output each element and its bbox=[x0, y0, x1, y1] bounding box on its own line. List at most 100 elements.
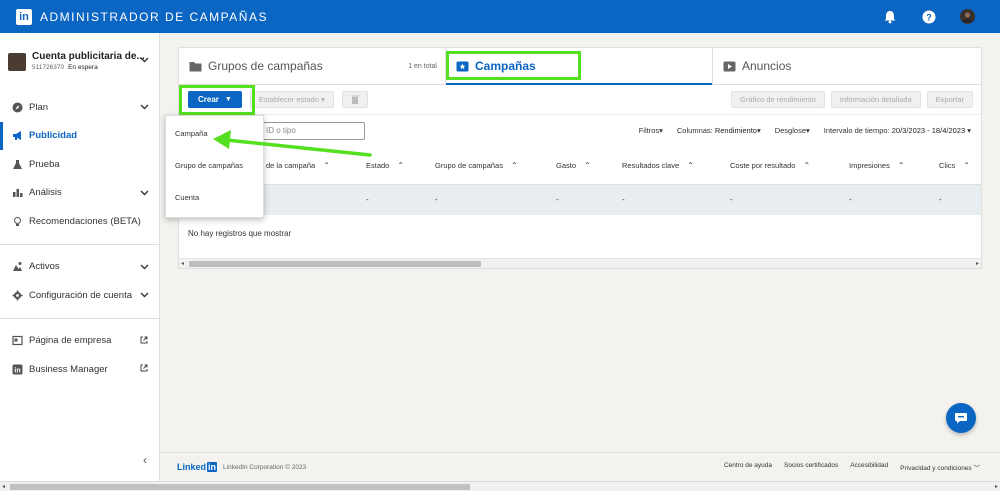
chevron-down-icon: ﹀ bbox=[973, 465, 981, 472]
caret-down-icon: ▾ bbox=[320, 95, 325, 104]
performance-chart-button[interactable]: Gráfico de rendimiento bbox=[731, 91, 825, 108]
table-cell: - bbox=[730, 195, 733, 204]
scrollbar-thumb[interactable] bbox=[10, 484, 470, 490]
campaigns-panel: Grupos de campañas 1 en total Campañas A… bbox=[178, 47, 982, 269]
sidebar-item-plan[interactable]: Plan bbox=[0, 93, 159, 122]
page-scrollbar[interactable]: ◂ ▸ bbox=[0, 481, 1000, 491]
sort-icon: ⌃ bbox=[963, 161, 970, 170]
column-header-campaign[interactable]: de la campaña ⌃ bbox=[266, 161, 330, 170]
set-status-label: Establecer estado bbox=[258, 95, 319, 104]
chat-icon bbox=[955, 413, 967, 424]
column-header-key-results[interactable]: Resultados clave ⌃ bbox=[622, 161, 694, 170]
linkedin-logo: in bbox=[16, 8, 32, 25]
sort-icon: ⌃ bbox=[510, 161, 518, 170]
sidebar-item-configuracion[interactable]: Configuración de cuenta bbox=[0, 281, 159, 310]
scroll-right-icon[interactable]: ▸ bbox=[995, 483, 998, 490]
ad-icon bbox=[723, 61, 736, 71]
menu-item-campaign[interactable]: Campaña bbox=[166, 118, 263, 148]
groups-count: 1 en total bbox=[408, 62, 437, 70]
sidebar: Cuenta publicitaria de... 511726370 En es… bbox=[0, 33, 160, 481]
set-status-button[interactable]: Establecer estado ▾ bbox=[249, 91, 334, 108]
footer-link-help[interactable]: Centro de ayuda bbox=[724, 462, 772, 472]
gear-icon bbox=[11, 289, 23, 301]
account-selector[interactable]: Cuenta publicitaria de... 511726370 En es… bbox=[0, 33, 159, 93]
column-header-label: Coste por resultado bbox=[730, 161, 796, 170]
sidebar-item-business-manager[interactable]: in Business Manager bbox=[0, 355, 159, 384]
sort-icon: ⌃ bbox=[323, 161, 330, 170]
tab-ads[interactable]: Anuncios bbox=[713, 48, 981, 84]
column-header-label: Gasto bbox=[556, 161, 577, 170]
time-range-label: Intervalo de tiempo: bbox=[823, 126, 890, 135]
column-header-clicks[interactable]: Clics ⌃ bbox=[939, 161, 970, 170]
table-cell: - bbox=[435, 195, 438, 204]
menu-item-campaign-group[interactable]: Grupo de campañas bbox=[166, 150, 263, 180]
column-header-cost-per-result[interactable]: Coste por resultado ⌃ bbox=[730, 161, 810, 170]
trash-icon bbox=[350, 95, 359, 104]
profile-avatar[interactable] bbox=[959, 8, 976, 25]
caret-down-icon: ▾ bbox=[756, 126, 761, 135]
chevron-down-icon bbox=[140, 262, 149, 273]
table-cell: - bbox=[939, 195, 942, 204]
filters-dropdown[interactable]: Filtros▾ bbox=[639, 126, 663, 135]
help-icon[interactable]: ? bbox=[920, 8, 937, 25]
columns-dropdown[interactable]: Columnas: Rendimiento▾ bbox=[677, 126, 761, 135]
lightbulb-icon bbox=[11, 215, 23, 227]
account-avatar bbox=[8, 53, 26, 71]
create-dropdown-menu: Campaña Grupo de campañas Cuenta bbox=[165, 115, 264, 218]
scrollbar-thumb[interactable] bbox=[189, 261, 481, 267]
sidebar-item-activos[interactable]: Activos bbox=[0, 253, 159, 282]
sidebar-item-label: Plan bbox=[29, 101, 49, 113]
detailed-info-button[interactable]: Información detallada bbox=[830, 91, 921, 108]
sidebar-item-recomendaciones[interactable]: Recomendaciones (BETA) bbox=[0, 207, 159, 236]
scroll-left-icon[interactable]: ◂ bbox=[2, 483, 5, 490]
chevron-down-icon bbox=[140, 55, 149, 65]
sidebar-item-label: Página de empresa bbox=[29, 335, 112, 347]
account-name: Cuenta publicitaria de... bbox=[32, 51, 145, 62]
column-header-label: Impresiones bbox=[849, 161, 890, 170]
table-cell: - bbox=[556, 195, 559, 204]
chat-help-button[interactable] bbox=[946, 403, 976, 433]
bell-icon[interactable] bbox=[881, 8, 898, 25]
column-header-group[interactable]: Grupo de campañas ⌃ bbox=[435, 161, 518, 170]
campaign-toolbar: Crear ▼ Establecer estado ▾ Gráfico de r… bbox=[179, 85, 981, 115]
account-id: 511726370 bbox=[32, 64, 65, 71]
tab-campaign-groups[interactable]: Grupos de campañas 1 en total bbox=[179, 48, 445, 84]
caret-down-icon: ▾ bbox=[659, 126, 663, 135]
footer-link-accessibility[interactable]: Accesibilidad bbox=[850, 462, 888, 472]
search-input[interactable]: ID o tipo bbox=[247, 122, 365, 140]
sidebar-item-prueba[interactable]: Prueba bbox=[0, 150, 159, 179]
footer-link-partners[interactable]: Socios certificados bbox=[784, 462, 838, 472]
sidebar-item-publicidad[interactable]: Publicidad bbox=[0, 121, 159, 150]
scroll-left-icon[interactable]: ◂ bbox=[181, 260, 184, 267]
scroll-right-icon[interactable]: ▸ bbox=[976, 260, 979, 267]
page-icon bbox=[11, 335, 23, 347]
account-meta: 511726370 En espera bbox=[32, 64, 145, 71]
sidebar-item-label: Análisis bbox=[29, 187, 62, 199]
copyright: LinkedIn Corporation © 2023 bbox=[223, 463, 307, 471]
table-cell: - bbox=[849, 195, 852, 204]
time-range-dropdown[interactable]: Intervalo de tiempo: 20/3/2023 - 18/4/20… bbox=[824, 126, 971, 135]
menu-item-account[interactable]: Cuenta bbox=[166, 182, 263, 212]
folder-icon bbox=[189, 61, 202, 71]
column-header-spend[interactable]: Gasto ⌃ bbox=[556, 161, 591, 170]
column-header-status[interactable]: Estado ⌃ bbox=[366, 161, 404, 170]
sort-icon: ⌃ bbox=[687, 161, 694, 170]
table-scrollbar[interactable]: ◂ ▸ bbox=[179, 258, 981, 268]
columns-label: Columnas: bbox=[676, 126, 713, 135]
delete-button[interactable] bbox=[341, 91, 368, 108]
sidebar-item-pagina-empresa[interactable]: Página de empresa bbox=[0, 327, 159, 356]
footer-link-privacy[interactable]: Privacidad y condiciones ﹀ bbox=[900, 462, 980, 472]
export-button[interactable]: Exportar bbox=[926, 91, 973, 108]
sidebar-item-analisis[interactable]: Análisis bbox=[0, 179, 159, 208]
breakdown-dropdown[interactable]: Desglose▾ bbox=[775, 126, 810, 135]
sidebar-item-label: Activos bbox=[29, 261, 60, 273]
column-header-impressions[interactable]: Impresiones ⌃ bbox=[849, 161, 905, 170]
tab-label: Anuncios bbox=[742, 59, 792, 73]
svg-text:?: ? bbox=[926, 12, 932, 22]
collapse-sidebar-button[interactable]: ‹ bbox=[143, 453, 147, 467]
sort-icon: ⌃ bbox=[584, 161, 591, 170]
column-header-label: Estado bbox=[366, 161, 390, 170]
caret-down-icon: ▾ bbox=[806, 126, 810, 135]
linkedin-wordmark: Linked in bbox=[177, 462, 218, 472]
megaphone-icon bbox=[11, 130, 23, 142]
